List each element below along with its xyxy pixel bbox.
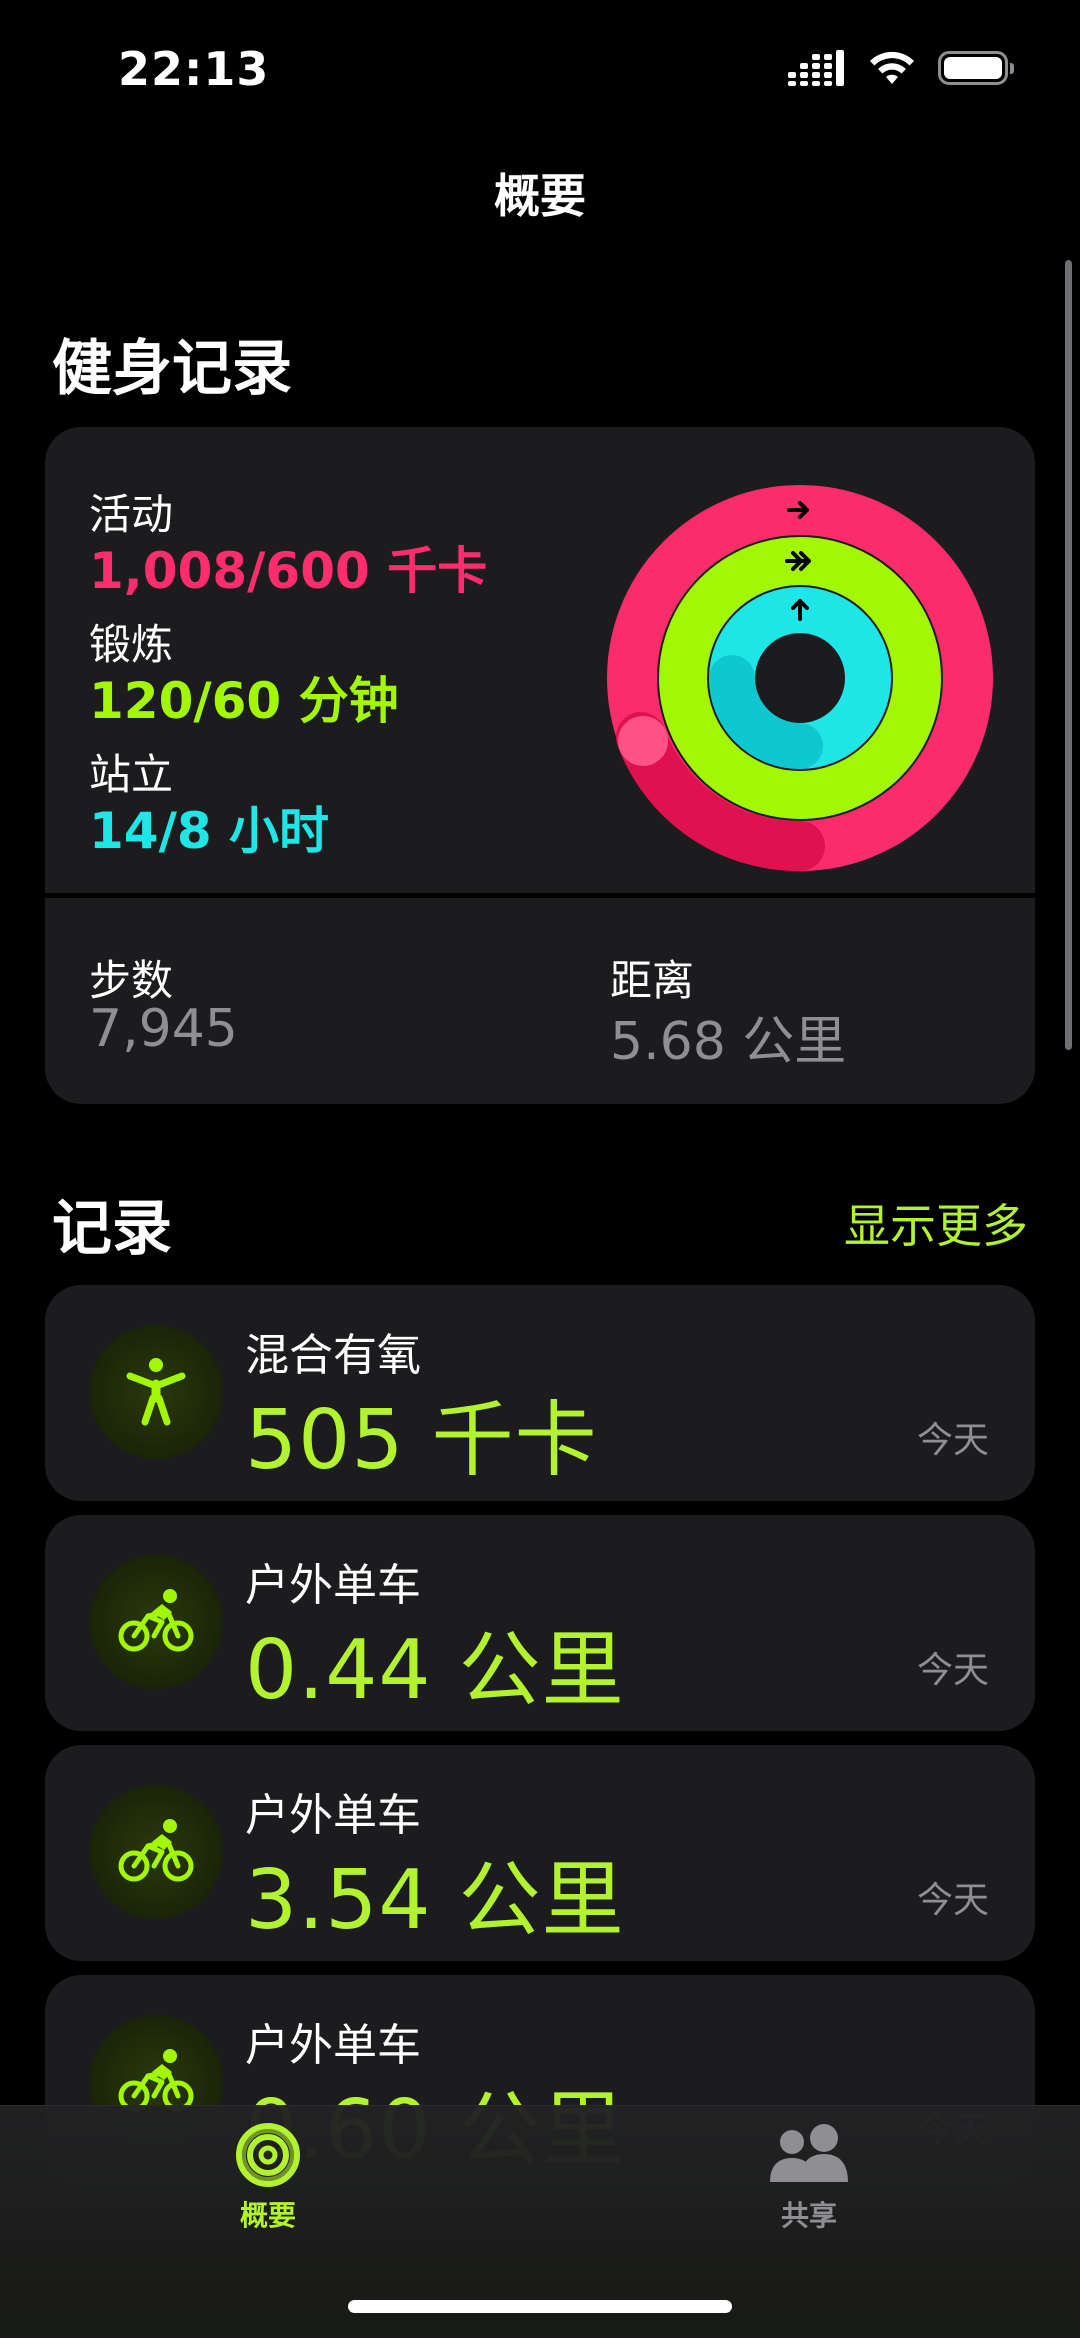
workout-value: 3.54 公里 xyxy=(245,1853,625,1948)
workout-date: 今天 xyxy=(916,1880,989,1921)
mixed-cardio-icon xyxy=(126,1358,186,1426)
stand-value: 14/8 小时 xyxy=(89,802,330,860)
workout-icon-badge xyxy=(89,1785,223,1919)
exercise-value: 120/60 分钟 xyxy=(89,672,399,730)
workout-icon-badge xyxy=(89,1555,223,1689)
move-value: 1,008/600 千卡 xyxy=(89,542,488,600)
workout-value: 0.44 公里 xyxy=(245,1623,625,1718)
workout-date: 今天 xyxy=(916,1650,989,1691)
home-indicator[interactable] xyxy=(348,2300,732,2313)
tab-sharing-label: 共享 xyxy=(780,2199,837,2232)
status-time: 22:13 xyxy=(118,42,270,96)
tab-summary-label: 概要 xyxy=(239,2199,296,2232)
outdoor-cycling-icon xyxy=(118,1819,194,1882)
status-bar: 22:13 xyxy=(0,0,1080,140)
scroll-indicator[interactable] xyxy=(1065,260,1072,1050)
card-divider xyxy=(45,893,1035,898)
workout-card[interactable]: 混合有氧 505 千卡 今天 xyxy=(45,1285,1035,1501)
stand-ring-overlap xyxy=(709,655,823,769)
move-ring-end xyxy=(618,716,668,766)
workout-value: 505 千卡 xyxy=(245,1393,598,1488)
show-more-link[interactable]: 显示更多 xyxy=(844,1190,1028,1256)
records-section-title: 记录 xyxy=(52,1194,172,1264)
status-icons xyxy=(788,50,1014,86)
workout-card[interactable]: 户外单车 0.44 公里 今天 xyxy=(45,1515,1035,1731)
distance-value: 5.68 公里 xyxy=(610,1012,847,1072)
activity-rings-icon xyxy=(236,2123,300,2187)
tab-sharing[interactable]: 共享 xyxy=(689,2122,929,2234)
battery-tip xyxy=(1010,63,1014,74)
activity-rings xyxy=(607,485,993,872)
workout-card[interactable]: 户外单车 3.54 公里 今天 xyxy=(45,1745,1035,1961)
fitness-section-title: 健身记录 xyxy=(52,334,292,404)
workout-icon-badge xyxy=(89,1325,223,1459)
battery-fill xyxy=(944,57,1002,79)
steps-value: 7,945 xyxy=(89,999,238,1059)
battery-icon xyxy=(938,51,1014,85)
page-title: 概要 xyxy=(494,169,586,223)
sharing-people-icon xyxy=(770,2124,848,2182)
tab-summary[interactable]: 概要 xyxy=(148,2122,388,2234)
activity-summary-card[interactable]: 活动 1,008/600 千卡 锻炼 120/60 分钟 站立 14/8 小时 … xyxy=(45,427,1035,1104)
wifi-icon xyxy=(870,51,914,84)
cellular-signal-icon xyxy=(788,50,844,86)
workout-date: 今天 xyxy=(916,1420,989,1461)
outdoor-cycling-icon xyxy=(118,1589,194,1652)
